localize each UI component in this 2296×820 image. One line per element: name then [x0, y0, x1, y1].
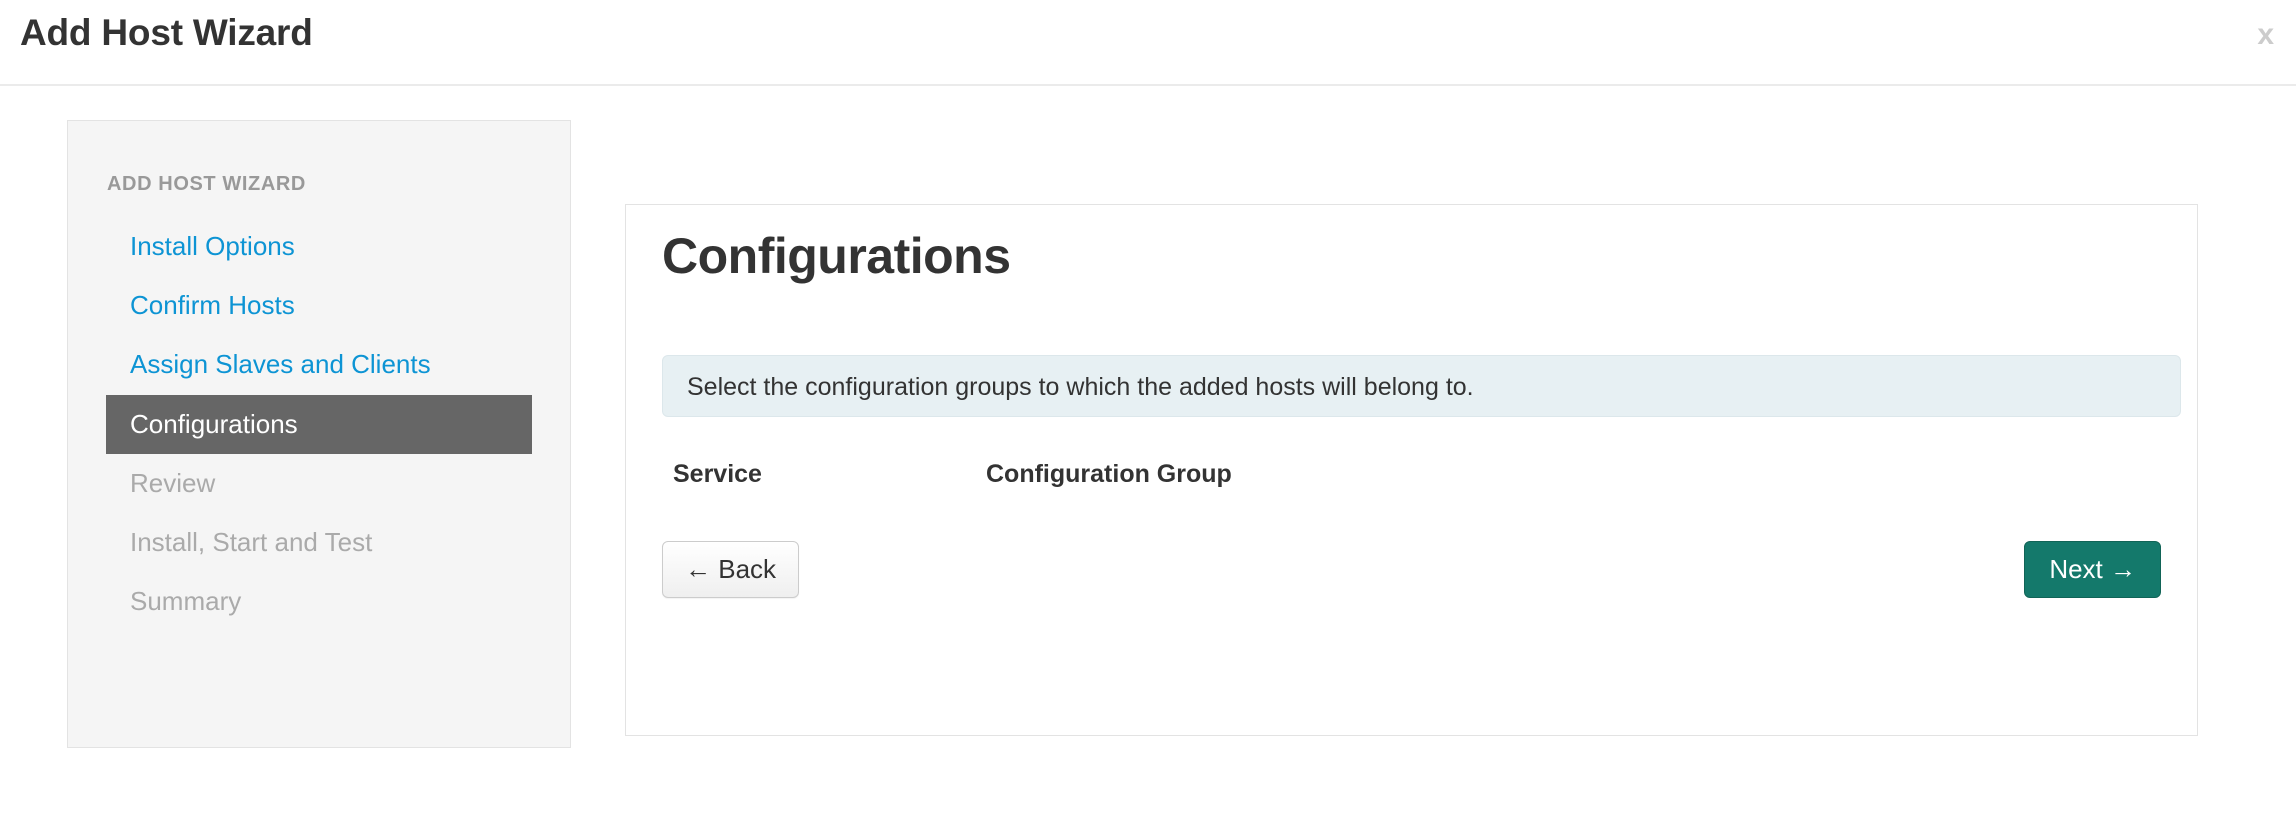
page-title: Add Host Wizard — [20, 12, 313, 53]
sidebar-heading: ADD HOST WIZARD — [107, 173, 306, 195]
sidebar-item-confirm-hosts[interactable]: Confirm Hosts — [106, 276, 532, 335]
sidebar-item-install-options[interactable]: Install Options — [106, 217, 532, 276]
sidebar-item-configurations[interactable]: Configurations — [106, 394, 532, 454]
wizard-sidebar: ADD HOST WIZARD Install Options Confirm … — [67, 120, 571, 748]
wizard-header: Add Host Wizard x — [0, 0, 2296, 86]
column-header-service: Service — [673, 460, 762, 488]
next-button[interactable]: Next → — [2024, 541, 2161, 598]
sidebar-item-install-start-and-test: Install, Start and Test — [130, 526, 373, 557]
sidebar-item-summary: Summary — [130, 586, 242, 617]
info-banner-text: Select the configuration groups to which… — [687, 373, 1474, 401]
sidebar-item-review: Review — [130, 467, 216, 498]
close-icon[interactable]: x — [2257, 20, 2274, 50]
column-header-configuration-group: Configuration Group — [986, 460, 1232, 488]
sidebar-item-assign-slaves-and-clients[interactable]: Assign Slaves and Clients — [106, 335, 532, 394]
sidebar-nav-list: Install Options Confirm Hosts Assign Sla… — [68, 217, 570, 631]
panel-title: Configurations — [662, 228, 1011, 284]
back-button[interactable]: ← Back — [662, 541, 800, 598]
info-banner: Select the configuration groups to which… — [662, 355, 2181, 417]
configurations-table-header: Service Configuration Group — [662, 460, 2181, 500]
main-content-panel: Configurations Select the configuration … — [625, 204, 2198, 736]
